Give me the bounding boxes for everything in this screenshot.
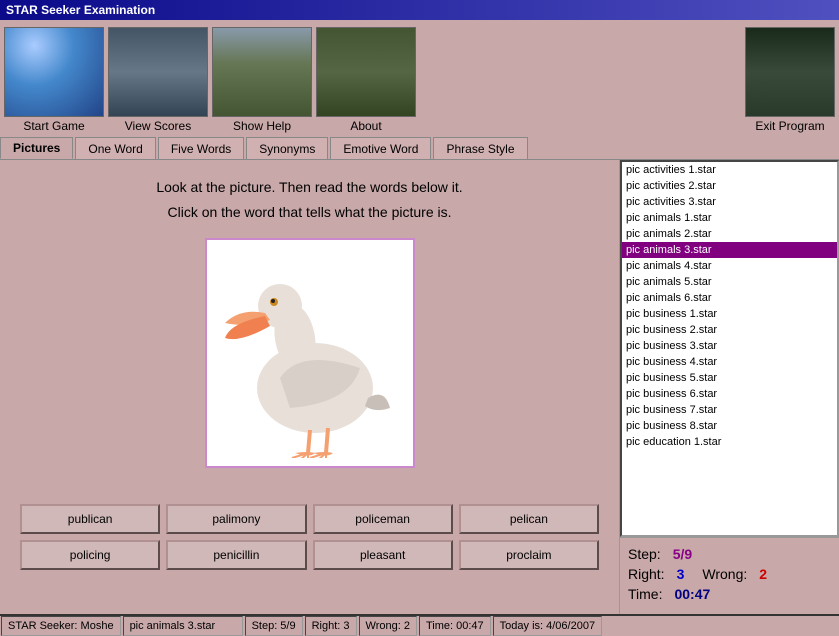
tabs-row: Pictures One Word Five Words Synonyms Em… — [0, 135, 839, 160]
left-content: Look at the picture. Then read the words… — [0, 160, 619, 614]
answer-button-1[interactable]: palimony — [166, 504, 306, 534]
file-item-8[interactable]: pic animals 6.star — [622, 290, 837, 306]
file-item-3[interactable]: pic animals 1.star — [622, 210, 837, 226]
file-item-9[interactable]: pic business 1.star — [622, 306, 837, 322]
picture-frame — [205, 238, 415, 468]
file-item-0[interactable]: pic activities 1.star — [622, 162, 837, 178]
answer-button-4[interactable]: policing — [20, 540, 160, 570]
status-date: Today is: 4/06/2007 — [493, 616, 602, 636]
content-area: Look at the picture. Then read the words… — [0, 160, 839, 614]
start-game-label[interactable]: Start Game — [23, 119, 84, 133]
tab-one-word[interactable]: One Word — [75, 137, 155, 159]
tab-phrase-style[interactable]: Phrase Style — [433, 137, 527, 159]
tab-five-words[interactable]: Five Words — [158, 137, 244, 159]
right-panel: pic activities 1.starpic activities 2.st… — [619, 160, 839, 614]
answer-button-2[interactable]: policeman — [313, 504, 453, 534]
start-game-image — [4, 27, 104, 117]
right-value: 3 — [677, 566, 685, 582]
answer-button-5[interactable]: penicillin — [166, 540, 306, 570]
status-wrong: Wrong: 2 — [359, 616, 417, 636]
tab-synonyms[interactable]: Synonyms — [246, 137, 328, 159]
title-bar: STAR Seeker Examination — [0, 0, 839, 20]
start-game-section[interactable]: Start Game — [4, 27, 104, 135]
instruction-line1: Look at the picture. Then read the words… — [20, 175, 599, 200]
tab-pictures[interactable]: Pictures — [0, 137, 73, 159]
file-item-10[interactable]: pic business 2.star — [622, 322, 837, 338]
answer-button-3[interactable]: pelican — [459, 504, 599, 534]
time-value: 00:47 — [674, 586, 710, 602]
picture-area — [0, 230, 619, 496]
file-item-4[interactable]: pic animals 2.star — [622, 226, 837, 242]
file-item-1[interactable]: pic activities 2.star — [622, 178, 837, 194]
step-row: Step: 5/9 — [628, 546, 831, 562]
answer-button-7[interactable]: proclaim — [459, 540, 599, 570]
file-item-7[interactable]: pic animals 5.star — [622, 274, 837, 290]
file-item-16[interactable]: pic business 8.star — [622, 418, 837, 434]
file-listbox[interactable]: pic activities 1.starpic activities 2.st… — [620, 160, 839, 537]
about-label[interactable]: About — [350, 119, 381, 133]
instruction-area: Look at the picture. Then read the words… — [0, 160, 619, 230]
file-item-5[interactable]: pic animals 3.star — [622, 242, 837, 258]
toolbar-area: Start Game View Scores Show Help About E… — [0, 20, 839, 135]
view-scores-section[interactable]: View Scores — [108, 27, 208, 135]
answer-buttons-area: publican palimony policeman pelican poli… — [0, 496, 619, 578]
file-item-13[interactable]: pic business 5.star — [622, 370, 837, 386]
status-time: Time: 00:47 — [419, 616, 491, 636]
step-label: Step: — [628, 546, 661, 562]
answer-button-0[interactable]: publican — [20, 504, 160, 534]
view-scores-image — [108, 27, 208, 117]
file-item-14[interactable]: pic business 6.star — [622, 386, 837, 402]
tab-emotive-word[interactable]: Emotive Word — [330, 137, 431, 159]
file-item-6[interactable]: pic animals 4.star — [622, 258, 837, 274]
wrong-value: 2 — [759, 566, 767, 582]
title-bar-text: STAR Seeker Examination — [6, 3, 155, 17]
status-bar: STAR Seeker: Moshe pic animals 3.star St… — [0, 614, 839, 636]
step-value: 5/9 — [673, 546, 692, 562]
show-help-section[interactable]: Show Help — [212, 27, 312, 135]
stats-area: Step: 5/9 Right: 3 Wrong: 2 Time: 00:47 — [620, 537, 839, 614]
file-item-17[interactable]: pic education 1.star — [622, 434, 837, 450]
about-section[interactable]: About — [316, 27, 416, 135]
exit-image — [745, 27, 835, 117]
time-row: Time: 00:47 — [628, 586, 831, 602]
answer-button-6[interactable]: pleasant — [313, 540, 453, 570]
pelican-image — [220, 248, 400, 458]
show-help-image — [212, 27, 312, 117]
right-label: Right: — [628, 566, 665, 582]
about-image — [316, 27, 416, 117]
file-item-15[interactable]: pic business 7.star — [622, 402, 837, 418]
status-right: Right: 3 — [305, 616, 357, 636]
file-item-2[interactable]: pic activities 3.star — [622, 194, 837, 210]
file-item-12[interactable]: pic business 4.star — [622, 354, 837, 370]
instruction-line2: Click on the word that tells what the pi… — [20, 200, 599, 225]
show-help-label[interactable]: Show Help — [233, 119, 291, 133]
file-item-11[interactable]: pic business 3.star — [622, 338, 837, 354]
view-scores-label[interactable]: View Scores — [125, 119, 191, 133]
wrong-label: Wrong: — [702, 566, 747, 582]
status-step: Step: 5/9 — [245, 616, 303, 636]
status-app-name: STAR Seeker: Moshe — [1, 616, 121, 636]
main-wrapper: STAR Seeker Examination Start Game View … — [0, 0, 839, 636]
exit-label[interactable]: Exit Program — [755, 119, 824, 133]
status-file: pic animals 3.star — [123, 616, 243, 636]
exit-section[interactable]: Exit Program — [745, 27, 835, 135]
time-label: Time: — [628, 586, 662, 602]
right-wrong-row: Right: 3 Wrong: 2 — [628, 566, 831, 582]
